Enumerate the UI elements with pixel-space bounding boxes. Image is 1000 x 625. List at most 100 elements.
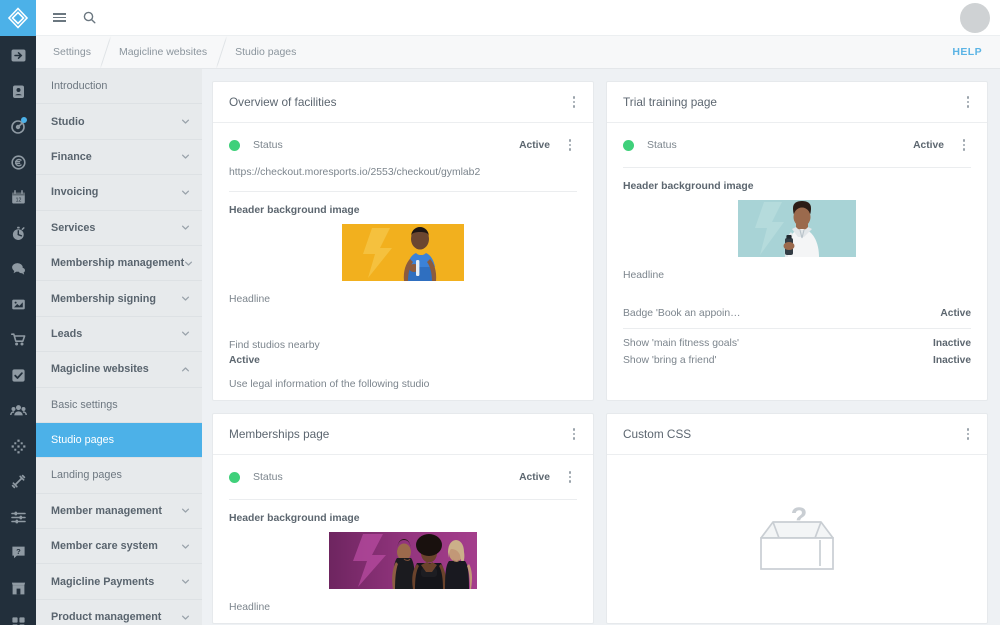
card-memberships-page: Memberships page Status Active Header ba…: [212, 413, 594, 624]
status-label: Status: [253, 139, 283, 151]
hamburger-menu-icon[interactable]: [44, 0, 74, 36]
sidebar-item-services[interactable]: Services: [36, 211, 202, 246]
chevron-down-icon: [181, 294, 190, 303]
card-custom-css: Custom CSS ?: [606, 413, 988, 624]
card-title: Overview of facilities: [229, 95, 567, 109]
sidebar-item-member-care-system[interactable]: Member care system: [36, 529, 202, 564]
app-logo[interactable]: [0, 0, 36, 36]
card-header: Custom CSS: [607, 414, 987, 455]
sidebar-item-landing-pages[interactable]: Landing pages: [36, 458, 202, 493]
left-icon-rail: 12: [0, 0, 36, 625]
sidebar-item-label: Leads: [51, 328, 181, 340]
rail-item-checkbox-check-icon[interactable]: [0, 358, 36, 394]
chevron-down-icon: [181, 188, 190, 197]
header-image-label: Header background image: [623, 181, 971, 192]
sidebar-item-membership-management[interactable]: Membership management: [36, 246, 202, 281]
headline-label: Headline: [229, 294, 577, 305]
card-body: Status Active Header background image: [213, 455, 593, 623]
checkout-url[interactable]: https://checkout.moresports.io/2553/chec…: [229, 154, 577, 192]
status-menu-kebab-icon[interactable]: [563, 468, 577, 486]
sidebar-item-member-management[interactable]: Member management: [36, 494, 202, 529]
rail-item-network-nodes-icon[interactable]: [0, 429, 36, 465]
sidebar-item-magicline-websites[interactable]: Magicline websites: [36, 352, 202, 387]
rail-item-euro-coin-icon[interactable]: [0, 145, 36, 181]
row-value: Inactive: [933, 338, 971, 349]
headline-label: Headline: [623, 270, 971, 281]
status-menu-kebab-icon[interactable]: [563, 136, 577, 154]
card-title: Trial training page: [623, 95, 961, 109]
card-menu-kebab-icon[interactable]: [961, 425, 975, 443]
rail-item-id-card-icon[interactable]: [0, 74, 36, 110]
status-row: Status Active: [229, 136, 577, 154]
sidebar-item-basic-settings[interactable]: Basic settings: [36, 388, 202, 423]
sidebar-item-studio-pages[interactable]: Studio pages: [36, 423, 202, 458]
sidebar-item-label: Introduction: [51, 80, 190, 92]
rail-item-grid-apps-icon[interactable]: [0, 606, 36, 625]
sidebar-item-magicline-payments[interactable]: Magicline Payments: [36, 564, 202, 599]
headline-label: Headline: [229, 602, 577, 613]
breadcrumb-item-settings[interactable]: Settings: [36, 36, 105, 68]
header-image-thumbnail-athlete-yellow-photo[interactable]: [342, 224, 464, 281]
row-label: Badge 'Book an appoin…: [623, 308, 741, 319]
card-overview-of-facilities: Overview of facilities Status Active htt…: [212, 81, 594, 401]
find-studios-nearby-value: Active: [229, 355, 577, 366]
breadcrumb-item-studio-pages[interactable]: Studio pages: [221, 36, 310, 68]
header-image-label: Header background image: [229, 513, 577, 524]
rail-item-target-dashboard-icon[interactable]: [0, 109, 36, 145]
sidebar-item-label: Finance: [51, 151, 181, 163]
sidebar-item-label: Membership signing: [51, 293, 181, 305]
chevron-down-icon: [181, 613, 190, 622]
card-menu-kebab-icon[interactable]: [567, 93, 581, 111]
rail-item-chat-bubble-icon[interactable]: [0, 251, 36, 287]
avatar[interactable]: [960, 3, 990, 33]
chevron-down-icon: [181, 152, 190, 161]
sidebar-item-product-management[interactable]: Product management: [36, 600, 202, 625]
sidebar-item-membership-signing[interactable]: Membership signing: [36, 281, 202, 316]
rail-item-calendar-icon[interactable]: 12: [0, 180, 36, 216]
card-trial-training-page: Trial training page Status Active Header…: [606, 81, 988, 401]
chevron-down-icon: [181, 117, 190, 126]
status-menu-kebab-icon[interactable]: [957, 136, 971, 154]
sidebar-item-studio[interactable]: Studio: [36, 104, 202, 139]
rail-item-sliders-settings-icon[interactable]: [0, 500, 36, 536]
sidebar-item-introduction[interactable]: Introduction: [36, 69, 202, 104]
card-menu-kebab-icon[interactable]: [567, 425, 581, 443]
main-content: Overview of facilities Status Active htt…: [202, 69, 1000, 625]
rail-item-question-help-icon[interactable]: ?: [0, 535, 36, 571]
empty-box-question-icon: ?: [757, 500, 837, 577]
rail-item-login-arrow-icon[interactable]: [0, 38, 36, 74]
rail-item-stopwatch-icon[interactable]: [0, 216, 36, 252]
sidebar-item-invoicing[interactable]: Invoicing: [36, 175, 202, 210]
rail-item-shopping-cart-icon[interactable]: [0, 322, 36, 358]
row-show-bring-a-friend: Show 'bring a friend' Inactive: [623, 352, 971, 369]
breadcrumb-item-magicline-websites[interactable]: Magicline websites: [105, 36, 221, 68]
help-link[interactable]: HELP: [952, 36, 1000, 68]
sidebar-item-label: Services: [51, 222, 181, 234]
row-badge-book-appointment: Badge 'Book an appoin… Active: [623, 299, 971, 328]
card-menu-kebab-icon[interactable]: [961, 93, 975, 111]
row-show-main-fitness-goals: Show 'main fitness goals' Inactive: [623, 329, 971, 352]
sidebar-item-label: Magicline websites: [51, 363, 181, 375]
status-value: Active: [519, 140, 550, 151]
sidebar-item-label: Studio: [51, 116, 181, 128]
rail-item-group-people-icon[interactable]: [0, 393, 36, 429]
search-icon[interactable]: [74, 0, 104, 36]
status-row: Status Active: [623, 136, 971, 154]
rail-item-store-shop-icon[interactable]: [0, 571, 36, 607]
card-title: Custom CSS: [623, 427, 961, 441]
header-image-thumbnail-athlete-teal-photo[interactable]: [738, 200, 856, 257]
divider: [229, 499, 577, 500]
sidebar-item-label: Product management: [51, 611, 181, 623]
header-image-thumbnail-three-women-purple-photo[interactable]: [329, 532, 477, 589]
row-value: Inactive: [933, 355, 971, 366]
sidebar-item-leads[interactable]: Leads: [36, 317, 202, 352]
status-label: Status: [253, 471, 283, 483]
svg-text:12: 12: [15, 198, 21, 204]
rail-item-chart-image-icon[interactable]: [0, 287, 36, 323]
rail-item-dumbbell-icon[interactable]: [0, 464, 36, 500]
sidebar-item-finance[interactable]: Finance: [36, 140, 202, 175]
sidebar-item-label: Membership management: [51, 257, 184, 269]
cards-grid: Overview of facilities Status Active htt…: [212, 81, 988, 624]
status-label: Status: [647, 139, 677, 151]
sidebar-item-label: Landing pages: [51, 469, 190, 481]
